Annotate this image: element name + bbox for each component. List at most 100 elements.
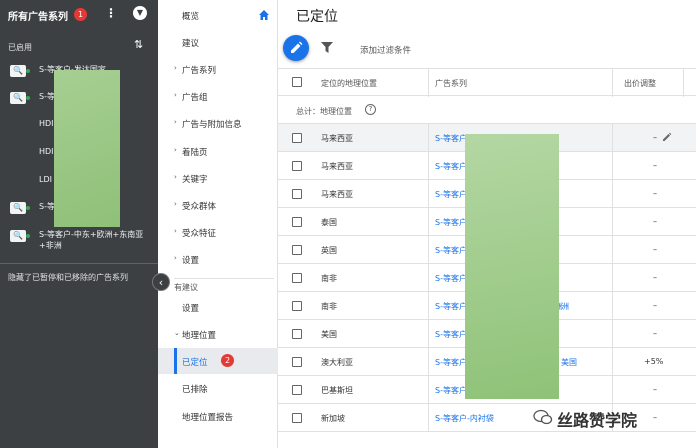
nav-geo-report[interactable]: 地理位置报告 [158,403,278,429]
search-campaign-icon: 🔍 [10,202,26,214]
nav-audiences[interactable]: › 受众群体 [158,192,278,218]
edit-fab-button[interactable] [283,35,309,61]
nav-label: 设置 [182,304,200,314]
cell-location: 南非 [321,274,337,283]
nav-keywords[interactable]: › 关键字 [158,165,278,191]
campaign-item[interactable]: 🔍 S-等客户-中东+欧洲+东南亚+非洲 [0,225,158,255]
nav-ad-groups[interactable]: › 广告组 [158,83,278,109]
row-checkbox[interactable] [292,245,302,255]
cell-location: 马来西亚 [321,190,353,199]
row-checkbox[interactable] [292,189,302,199]
cell-location: 马来西亚 [321,162,353,171]
col-separator [612,348,613,376]
add-filter-link[interactable]: 添加过滤条件 [360,44,411,56]
search-campaign-icon: 🔍 [10,92,26,104]
nav-label: 已排除 [182,385,208,395]
nav-label: 已定位 [182,358,208,368]
col-separator [612,152,613,180]
cell-location: 澳大利亚 [321,358,353,367]
col-campaign[interactable]: 广告系列 [435,78,467,89]
chevron-down-icon: ⌄ [174,329,180,337]
row-checkbox[interactable] [292,217,302,227]
help-icon[interactable]: ? [365,104,376,115]
table-header: 定位的地理位置 广告系列 出价调整 [278,68,696,97]
col-separator [612,236,613,264]
nav-campaigns[interactable]: › 广告系列 [158,56,278,82]
chevron-right-icon: › [174,91,177,99]
cell-campaign[interactable]: S-等客户-内衬袋 [435,413,494,424]
nav-recommendations[interactable]: 建议 [158,29,278,55]
wechat-icon [533,409,553,425]
cell-location: 泰国 [321,218,337,227]
pencil-icon [291,41,303,53]
hidden-campaigns-note: 隐藏了已暂停和已移除的广告系列 [8,273,128,282]
nav-label: 受众群体 [182,202,217,212]
cell-bid: – [653,413,657,422]
nav-label: 广告与附加信息 [182,120,242,130]
cell-location: 巴基斯坦 [321,386,353,395]
col-location[interactable]: 定位的地理位置 [321,78,377,89]
all-campaigns-title[interactable]: 所有广告系列 [8,8,68,23]
row-checkbox[interactable] [292,273,302,283]
divider [0,263,158,264]
col-separator [612,208,613,236]
nav-overview[interactable]: 概览 [158,2,278,28]
cell-bid: – [653,273,657,282]
col-separator [428,180,429,208]
nav-excluded[interactable]: 已排除 [158,375,278,401]
status-dot [26,96,30,100]
nav-label: 设置 [182,256,200,266]
total-label: 总计：地理位置 [296,107,352,116]
chevron-right-icon: › [174,118,177,126]
nav-section-label: 有建议 [174,283,198,292]
nav-ads-extensions[interactable]: › 广告与附加信息 [158,110,278,136]
row-checkbox[interactable] [292,357,302,367]
col-separator [612,376,613,404]
chevron-right-icon: › [174,173,177,181]
pencil-icon[interactable] [662,132,672,142]
cell-location: 马来西亚 [321,134,353,143]
filter-icon[interactable] [321,42,333,53]
nav-demographics[interactable]: › 受众特征 [158,219,278,245]
campaign-panel: 所有广告系列 1 ⋮ ▼ 已启用 ⇅ 🔍 S-等客户-发达国家 🔍 S-等客户-… [0,0,158,448]
col-separator [428,69,429,97]
status-dot [26,206,30,210]
row-checkbox[interactable] [292,301,302,311]
divider [174,278,274,279]
more-vert-icon[interactable]: ⋮ [105,6,117,20]
nav-settings-group[interactable]: › 设置 [158,246,278,272]
search-campaign-icon: 🔍 [10,65,26,77]
collapse-panel-button[interactable]: ‹ [152,273,170,291]
col-separator [428,124,429,152]
col-separator [428,236,429,264]
cell-campaign-tail: 洲 [561,302,569,311]
nav-label: 概览 [182,12,200,22]
chevron-right-icon: › [174,64,177,72]
nav-label: 建议 [182,39,200,49]
select-all-checkbox[interactable] [292,77,302,87]
row-checkbox[interactable] [292,133,302,143]
nav-label: 地理位置报告 [182,413,234,423]
row-checkbox[interactable] [292,385,302,395]
nav-settings[interactable]: 设置 [158,294,278,320]
chevron-down-icon[interactable]: ▼ [133,6,147,20]
nav-landing-pages[interactable]: › 着陆页 [158,138,278,164]
col-separator [428,292,429,320]
cell-campaign-tail: 美国 [561,358,577,367]
sort-icon[interactable]: ⇅ [134,38,143,51]
nav-label: 着陆页 [182,148,208,158]
col-separator [612,292,613,320]
col-bid-adj[interactable]: 出价调整 [624,78,656,89]
row-checkbox[interactable] [292,413,302,423]
row-checkbox[interactable] [292,329,302,339]
cell-bid: +5% [644,357,664,366]
status-dot [26,69,30,73]
col-separator [612,124,613,152]
row-checkbox[interactable] [292,161,302,171]
total-row: 总计：地理位置 ? [278,96,696,124]
nav-locations[interactable]: ⌄ 地理位置 [158,321,278,347]
chevron-right-icon: › [174,254,177,262]
col-separator [428,152,429,180]
active-indicator [174,348,177,374]
nav-targeted[interactable]: 已定位 2 [158,348,278,374]
